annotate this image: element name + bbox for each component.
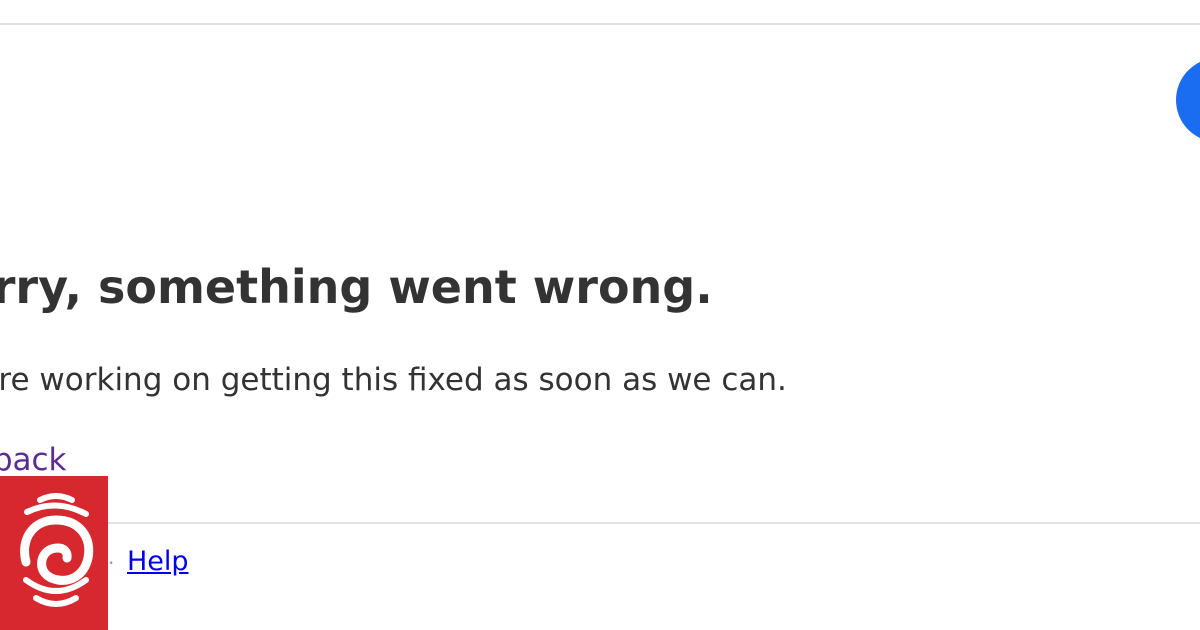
go-back-link[interactable]: Go back [0,440,67,480]
rnz-spiral-logo-icon [20,493,94,607]
error-message: We're working on getting this fixed as s… [0,362,787,398]
footer-divider [0,522,1200,524]
error-headline: Sorry, something went wrong. [0,260,713,314]
rnz-logo [0,476,108,630]
help-link[interactable]: Help [127,545,189,579]
top-divider [0,23,1200,25]
footer-separator: · [108,551,115,575]
user-avatar-icon[interactable] [1176,58,1200,142]
error-page: Sorry, something went wrong. We're worki… [0,0,1200,630]
